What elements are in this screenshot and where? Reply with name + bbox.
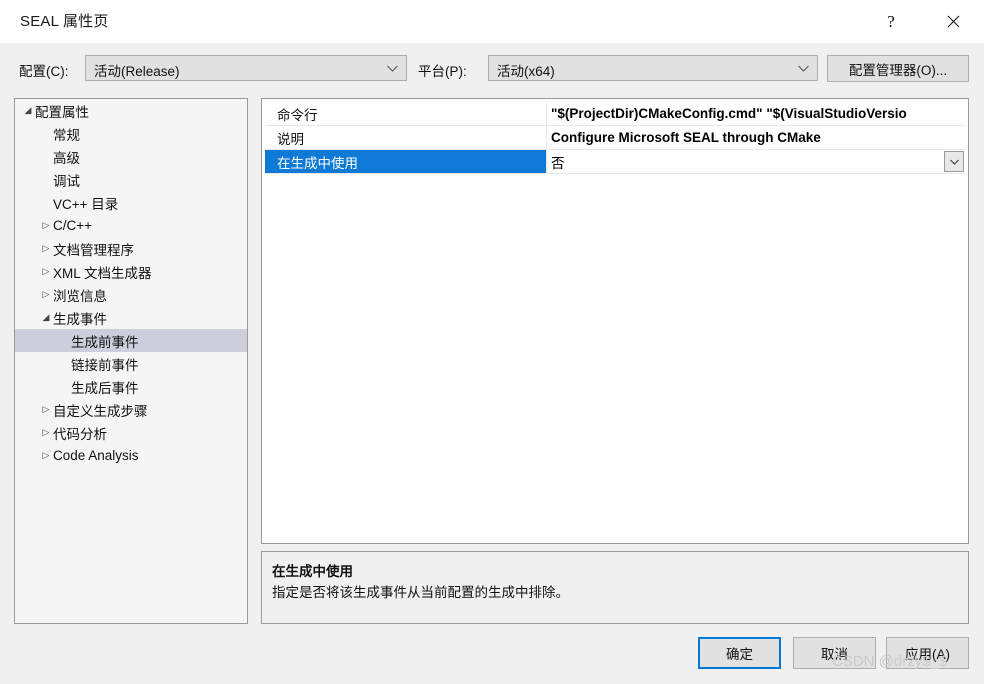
- property-grid-rows: 命令行 "$(ProjectDir)CMakeConfig.cmd" "$(Vis…: [265, 102, 965, 540]
- tree-item-label: VC++ 目录: [53, 196, 119, 212]
- configuration-manager-label: 配置管理器(O)...: [848, 62, 948, 78]
- property-value[interactable]: Configure Microsoft SEAL through CMake: [547, 126, 965, 149]
- platform-value: 活动(x64): [497, 64, 555, 79]
- tree-item-label: 常规: [53, 127, 80, 143]
- configuration-combobox[interactable]: 活动(Release): [85, 55, 407, 81]
- platform-combobox[interactable]: 活动(x64): [488, 55, 818, 81]
- tree-item[interactable]: ▷ Code Analysis: [15, 444, 247, 467]
- tree-item-label: 链接前事件: [71, 357, 139, 373]
- expander-collapsed-icon[interactable]: ▷: [39, 220, 53, 231]
- expander-collapsed-icon[interactable]: ▷: [39, 450, 53, 461]
- tree-item[interactable]: ◢ 生成事件: [15, 306, 247, 329]
- property-value[interactable]: "$(ProjectDir)CMakeConfig.cmd" "$(Visual…: [547, 102, 965, 125]
- tree-item-label: 调试: [53, 173, 80, 189]
- tree-item[interactable]: 调试: [15, 168, 247, 191]
- tree-item[interactable]: 链接前事件: [15, 352, 247, 375]
- chevron-down-icon: [798, 56, 809, 80]
- ok-button-label: 确定: [726, 647, 753, 662]
- description-panel: 在生成中使用 指定是否将该生成事件从当前配置的生成中排除。: [261, 551, 969, 624]
- configuration-bar: 配置(C): 活动(Release) 平台(P): 活动(x64) 配置管理器(…: [0, 43, 984, 95]
- expander-collapsed-icon[interactable]: ▷: [39, 289, 53, 300]
- tree-item-label: 配置属性: [35, 104, 89, 120]
- tree-item[interactable]: ▷ 文档管理程序: [15, 237, 247, 260]
- tree-item[interactable]: ▷ XML 文档生成器: [15, 260, 247, 283]
- close-button[interactable]: [930, 0, 976, 43]
- tree-item[interactable]: ▷ 浏览信息: [15, 283, 247, 306]
- property-row[interactable]: 在生成中使用否: [265, 150, 965, 174]
- tree-item-label: 生成后事件: [71, 380, 139, 396]
- apply-button-label: 应用(A): [905, 647, 950, 662]
- property-name: 命令行: [277, 107, 318, 123]
- chevron-down-icon: [949, 159, 959, 165]
- tree-item[interactable]: 生成后事件: [15, 375, 247, 398]
- description-title: 在生成中使用: [272, 564, 353, 579]
- tree-item-label: 生成事件: [53, 311, 107, 327]
- question-mark-icon: ?: [887, 12, 895, 31]
- window-title: SEAL 属性页: [20, 13, 109, 30]
- property-tree[interactable]: ◢ 配置属性 常规 高级 调试 VC++ 目录 ▷ C/C++ ▷ 文档管理程序 ▷ XML 文档生成…: [14, 98, 248, 624]
- tree-item-label: 浏览信息: [53, 288, 107, 304]
- apply-button[interactable]: 应用(A): [886, 637, 969, 669]
- property-name: 在生成中使用: [265, 150, 546, 173]
- title-bar: SEAL 属性页 ?: [0, 0, 984, 44]
- configuration-value: 活动(Release): [94, 64, 180, 79]
- property-value[interactable]: 否: [547, 150, 965, 173]
- tree-item-label: XML 文档生成器: [53, 265, 152, 281]
- property-row[interactable]: 说明 Configure Microsoft SEAL through CMake: [265, 126, 965, 150]
- tree-item-label: 生成前事件: [71, 334, 139, 350]
- tree-item[interactable]: 高级: [15, 145, 247, 168]
- tree-item-label: 高级: [53, 150, 80, 166]
- expander-expanded-icon[interactable]: ◢: [39, 312, 53, 323]
- tree-item[interactable]: 常规: [15, 122, 247, 145]
- description-text: 指定是否将该生成事件从当前配置的生成中排除。: [272, 585, 569, 600]
- value-dropdown-button[interactable]: [944, 151, 964, 172]
- tree-item[interactable]: VC++ 目录: [15, 191, 247, 214]
- configuration-manager-button[interactable]: 配置管理器(O)...: [827, 55, 969, 82]
- tree-item[interactable]: ▷ 自定义生成步骤: [15, 398, 247, 421]
- expander-collapsed-icon[interactable]: ▷: [39, 243, 53, 254]
- tree-item-label: 代码分析: [53, 426, 107, 442]
- tree-item[interactable]: 生成前事件: [15, 329, 247, 352]
- ok-button[interactable]: 确定: [698, 637, 781, 669]
- cancel-button[interactable]: 取消: [793, 637, 876, 669]
- tree-item[interactable]: ▷ C/C++: [15, 214, 247, 237]
- chevron-down-icon: [387, 56, 398, 80]
- cancel-button-label: 取消: [821, 647, 848, 662]
- property-row[interactable]: 命令行 "$(ProjectDir)CMakeConfig.cmd" "$(Vis…: [265, 102, 965, 126]
- expander-collapsed-icon[interactable]: ▷: [39, 427, 53, 438]
- tree-list: ◢ 配置属性 常规 高级 调试 VC++ 目录 ▷ C/C++ ▷ 文档管理程序 ▷ XML 文档生成…: [15, 99, 247, 467]
- tree-item-label: Code Analysis: [53, 448, 139, 463]
- tree-item[interactable]: ▷ 代码分析: [15, 421, 247, 444]
- property-grid[interactable]: 命令行 "$(ProjectDir)CMakeConfig.cmd" "$(Vis…: [261, 98, 969, 544]
- tree-item-label: 文档管理程序: [53, 242, 134, 258]
- configuration-label: 配置(C):: [19, 64, 69, 79]
- tree-item-label: C/C++: [53, 218, 93, 233]
- tree-item[interactable]: ◢ 配置属性: [15, 99, 247, 122]
- property-name: 说明: [277, 131, 304, 147]
- expander-collapsed-icon[interactable]: ▷: [39, 404, 53, 415]
- expander-expanded-icon[interactable]: ◢: [21, 105, 35, 116]
- close-icon: [947, 15, 959, 28]
- expander-collapsed-icon[interactable]: ▷: [39, 266, 53, 277]
- tree-item-label: 自定义生成步骤: [53, 403, 148, 419]
- platform-label: 平台(P):: [418, 64, 467, 79]
- help-button[interactable]: ?: [868, 0, 914, 43]
